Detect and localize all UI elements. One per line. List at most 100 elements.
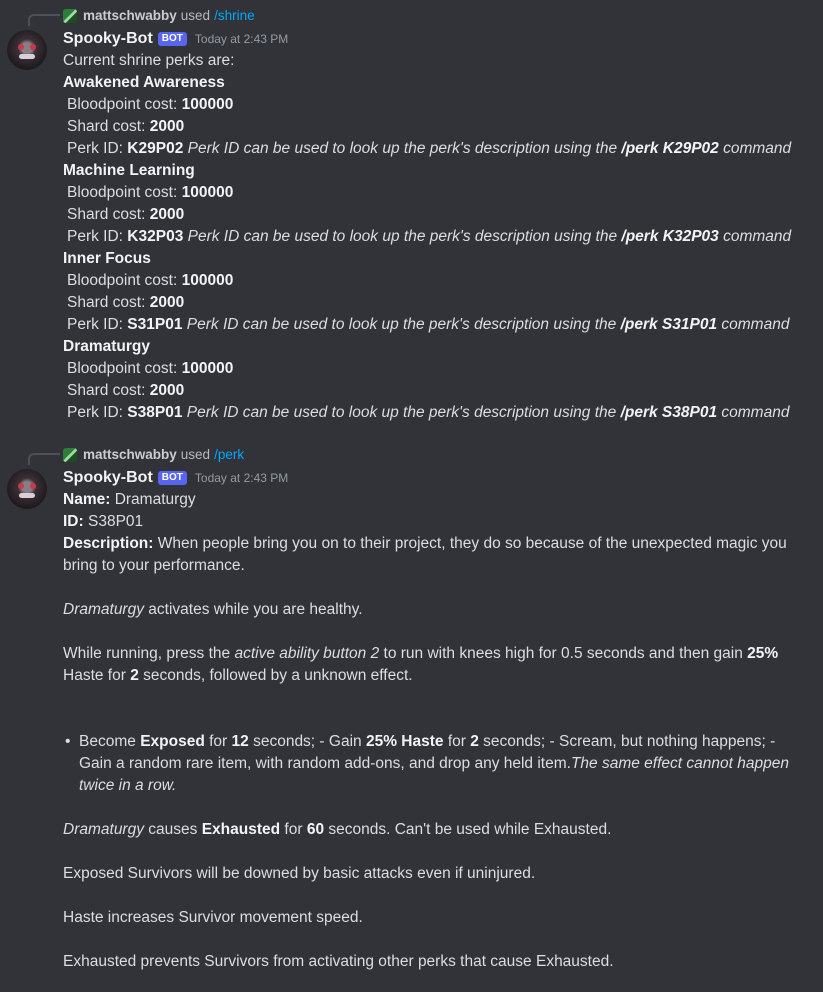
bullet-text: Become <box>79 733 136 750</box>
bullet-bold: 2 <box>470 733 479 750</box>
bloodpoint-line: Bloodpoint cost: 100000 <box>63 182 805 204</box>
effect-text: Haste for <box>63 667 126 684</box>
reply-username[interactable]: mattschwabby <box>83 446 177 464</box>
name-label: Name: <box>63 491 111 508</box>
perk-entry: Machine Learning Bloodpoint cost: 100000 S… <box>63 160 805 248</box>
perk-entry: Inner Focus Bloodpoint cost: 100000 Shard … <box>63 248 805 336</box>
shard-value: 2000 <box>149 118 185 135</box>
shard-line: Shard cost: 2000 <box>63 116 805 138</box>
perk-command: /perk S31P01 <box>620 316 718 333</box>
activation-text: activates while you are healthy. <box>148 601 363 618</box>
shard-label: Shard cost: <box>67 294 146 311</box>
effect-text: While running, press the <box>63 645 231 662</box>
effect-paragraph: While running, press the active ability … <box>63 643 805 687</box>
bloodpoint-label: Bloodpoint cost: <box>67 272 178 289</box>
perk-name: Dramaturgy <box>63 338 150 355</box>
effect-text: seconds, followed by a unknown effect. <box>143 667 413 684</box>
reply-used-text: used <box>180 8 211 23</box>
perk-id-hint-end: command <box>723 228 792 245</box>
bullet-text: for <box>209 733 228 750</box>
bot-avatar[interactable] <box>7 469 47 509</box>
perk-id-line: Perk ID: S38P01 Perk ID can be used to l… <box>63 402 805 424</box>
message-content: Name: Dramaturgy ID: S38P01 Description:… <box>63 489 805 973</box>
perk-id-hint: Perk ID can be used to look up the perk'… <box>187 140 618 157</box>
effect-text: to run with knees high for 0.5 seconds a… <box>383 645 743 662</box>
perk-entry: Dramaturgy Bloodpoint cost: 100000 Shard c… <box>63 336 805 424</box>
name-value: Dramaturgy <box>114 491 196 508</box>
bullet-bold: 12 <box>231 733 249 750</box>
user-avatar-icon[interactable] <box>63 448 77 462</box>
reply-used-text: used <box>180 447 211 462</box>
exhaust-bold: Exhausted <box>201 821 281 838</box>
shard-value: 2000 <box>149 382 185 399</box>
description-line: Description: When people bring you on to… <box>63 533 805 577</box>
perk-name: Awakened Awareness <box>63 74 225 91</box>
reply-username[interactable]: mattschwabby <box>83 7 177 25</box>
perk-id-hint-end: command <box>721 316 790 333</box>
perk-id-line: Perk ID: S31P01 Perk ID can be used to l… <box>63 314 805 336</box>
reply-context[interactable]: mattschwabby used /shrine <box>63 7 255 25</box>
shard-value: 2000 <box>149 294 185 311</box>
shard-label: Shard cost: <box>67 382 146 399</box>
perk-id-hint: Perk ID can be used to look up the perk'… <box>187 228 618 245</box>
id-value: S38P01 <box>87 513 144 530</box>
bloodpoint-value: 100000 <box>181 272 234 289</box>
bullet-bold: Haste <box>401 733 444 750</box>
perk-name-line: Name: Dramaturgy <box>63 489 805 511</box>
effect-bold: 2 <box>130 667 139 684</box>
timestamp[interactable]: Today at 2:43 PM <box>195 467 288 489</box>
perk-id-value: K32P03 <box>127 228 184 245</box>
bullet-bold: Exposed <box>140 733 205 750</box>
bot-avatar[interactable] <box>7 30 47 70</box>
user-avatar-icon[interactable] <box>63 9 77 23</box>
exhaust-text: causes <box>148 821 198 838</box>
effect-list: Become Exposed for 12 seconds; - Gain 25… <box>63 731 805 797</box>
bloodpoint-value: 100000 <box>181 360 234 377</box>
exhaust-paragraph: Dramaturgy causes Exhausted for 60 secon… <box>63 819 805 841</box>
bloodpoint-value: 100000 <box>181 184 234 201</box>
perk-id-hint-end: command <box>723 140 792 157</box>
shard-line: Shard cost: 2000 <box>63 204 805 226</box>
bullet-text: for <box>447 733 466 750</box>
bullet-text: seconds; - Gain <box>253 733 362 750</box>
exposed-note: Exposed Survivors will be downed by basi… <box>63 865 536 882</box>
perk-command: /perk K32P03 <box>621 228 719 245</box>
perk-name-em: Dramaturgy <box>63 821 144 838</box>
description-text: When people bring you on to their projec… <box>63 535 787 574</box>
reply-connector <box>28 14 60 26</box>
bloodpoint-label: Bloodpoint cost: <box>67 184 178 201</box>
intro-text: Current shrine perks are: <box>63 52 235 69</box>
perk-id-hint-end: command <box>721 404 790 421</box>
perk-id-value: S38P01 <box>127 404 183 421</box>
description-label: Description: <box>63 535 154 552</box>
perk-id-label: Perk ID: <box>67 316 123 333</box>
perk-name: Inner Focus <box>63 250 151 267</box>
bloodpoint-label: Bloodpoint cost: <box>67 360 178 377</box>
bloodpoint-value: 100000 <box>181 96 234 113</box>
perk-id-line: Perk ID: K29P02 Perk ID can be used to l… <box>63 138 805 160</box>
shard-line: Shard cost: 2000 <box>63 380 805 402</box>
author-name[interactable]: Spooky-Bot <box>63 28 153 50</box>
perk-id-label: Perk ID: <box>67 140 123 157</box>
exhausted-note: Exhausted prevents Survivors from activa… <box>63 953 614 970</box>
reply-connector <box>28 453 60 465</box>
id-label: ID: <box>63 513 84 530</box>
timestamp[interactable]: Today at 2:43 PM <box>195 28 288 50</box>
bot-badge: BOT <box>157 32 187 46</box>
exhaust-text: for <box>284 821 303 838</box>
activation-paragraph: Dramaturgy activates while you are healt… <box>63 599 805 621</box>
perk-id-hint: Perk ID can be used to look up the perk'… <box>186 404 617 421</box>
bullet-bold: 25% <box>365 733 397 750</box>
bloodpoint-label: Bloodpoint cost: <box>67 96 178 113</box>
perk-id-line: Perk ID: K32P03 Perk ID can be used to l… <box>63 226 805 248</box>
perk-command: /perk S38P01 <box>620 404 718 421</box>
perk-entry: Awakened Awareness Bloodpoint cost: 10000… <box>63 72 805 160</box>
author-name[interactable]: Spooky-Bot <box>63 467 153 489</box>
reply-context[interactable]: mattschwabby used /perk <box>63 446 244 464</box>
shard-line: Shard cost: 2000 <box>63 292 805 314</box>
reply-command[interactable]: /shrine <box>214 7 255 25</box>
perk-id-hint: Perk ID can be used to look up the perk'… <box>186 316 617 333</box>
reply-command[interactable]: /perk <box>214 446 244 464</box>
effect-em: active ability button 2 <box>234 645 380 662</box>
bot-badge: BOT <box>157 471 187 485</box>
